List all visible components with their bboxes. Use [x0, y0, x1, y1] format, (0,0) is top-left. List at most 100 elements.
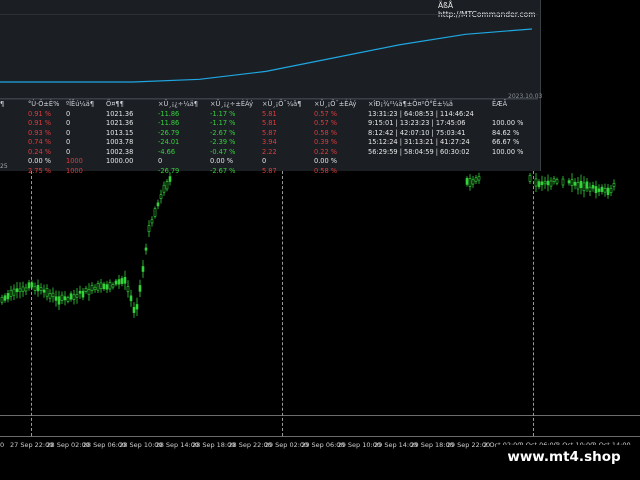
stats-cell — [0, 110, 28, 120]
candle-body — [33, 286, 37, 291]
stats-cell — [0, 167, 28, 177]
candle-body — [471, 179, 475, 185]
candle-body — [75, 294, 79, 298]
stats-cell: 0 — [66, 109, 71, 118]
candle-body — [159, 194, 163, 199]
candle-body — [474, 177, 478, 182]
stats-cell: 100.00 % — [492, 147, 524, 156]
candle-body — [162, 184, 166, 193]
candle-body — [72, 294, 76, 300]
stats-cell — [492, 110, 538, 120]
candle-body — [24, 287, 28, 292]
candle-body — [51, 292, 55, 298]
candle-body — [465, 178, 469, 185]
stats-cell: 0 — [66, 128, 71, 137]
stats-col-header: ºÏÊú¼ä¶ — [66, 100, 95, 108]
stats-cell — [106, 167, 158, 177]
stats-table: ¶ °Ù·Ö±È% ºÏÊú¼ä¶ Ö¤¶¶ ×Ü¸¡¿÷¼ä¶ ×Ü¸¡¿÷±ÈÀý ×Ü… — [0, 100, 538, 176]
period-separator — [533, 171, 534, 436]
stats-col-header: ÊÆÂ — [492, 100, 508, 108]
stats-cell: 0.00 % — [314, 157, 338, 165]
candle-body — [606, 187, 610, 196]
candle-body — [612, 183, 616, 187]
stats-cell: 8:12:42 | 42:07:10 | 75:03:41 — [368, 128, 466, 137]
stats-cell: 0 — [66, 147, 71, 156]
stats-cell — [0, 138, 28, 148]
panel-divider — [0, 98, 538, 99]
stats-row: 0.24 % 0 1002.38 -4.66 -0.47 % 2.22 0.22 % 56:2… — [0, 148, 538, 158]
candle-body — [39, 287, 43, 291]
candle-body — [141, 266, 145, 272]
stats-col-header: ×Ü¸¡Ö¯±ÈÀý — [314, 100, 357, 108]
stats-row: 0.93 % 0 1013.15 -26.79 -2.67 % 5.87 0.58 % 8:1… — [0, 129, 538, 139]
candle-body — [54, 296, 58, 301]
period-separator — [282, 171, 283, 436]
candle-body — [561, 178, 565, 186]
stats-cell — [0, 148, 28, 158]
stats-header-row: ¶ °Ù·Ö±È% ºÏÊú¼ä¶ Ö¤¶¶ ×Ü¸¡¿÷¼ä¶ ×Ü¸¡¿÷±ÈÀý ×Ü… — [0, 100, 538, 110]
candle-body — [585, 181, 589, 189]
candle-body — [138, 285, 142, 292]
stats-cell — [0, 119, 28, 129]
chart-divider — [0, 415, 640, 416]
stats-cell: -0.47 % — [210, 147, 236, 156]
candle-body — [150, 219, 154, 224]
stats-cell: 0.57 % — [314, 119, 338, 127]
stats-cell: 5.87 — [262, 166, 277, 175]
candle-body — [63, 296, 67, 301]
candle-body — [537, 181, 541, 188]
candle-body — [6, 293, 10, 300]
stats-cell: 66.67 % — [492, 138, 520, 146]
stats-cell: -26.79 — [158, 128, 180, 137]
candle-body — [90, 285, 94, 291]
candle-body — [144, 247, 148, 251]
stats-cell: -11.86 — [158, 119, 180, 127]
stats-cell: 0.22 % — [314, 147, 338, 156]
candle-body — [114, 280, 118, 285]
stats-cell: 0.91 % — [28, 119, 52, 127]
stats-cell: 0.58 % — [314, 166, 338, 175]
candle-body — [165, 181, 169, 190]
candle-body — [12, 288, 16, 296]
stats-cell: 0 — [66, 119, 71, 127]
candle-body — [69, 293, 73, 300]
candle-body — [84, 288, 88, 292]
candle-body — [45, 288, 49, 297]
stats-cell — [368, 167, 492, 177]
candle-body — [579, 180, 583, 188]
stats-cell: -24.01 — [158, 138, 180, 146]
stats-row: 2.75 % 1000 -26.79 -2.67 % 5.87 0.58 % — [0, 167, 538, 177]
stats-cell: 3.94 — [262, 138, 277, 146]
candle-body — [540, 181, 544, 186]
candle-body — [15, 288, 19, 293]
candle-body — [93, 286, 97, 290]
stats-col-header: ×Ü¸¡¿÷±ÈÀý — [210, 100, 253, 108]
stats-cell: 2.75 % — [28, 166, 52, 175]
stats-cell: 1003.78 — [106, 138, 134, 146]
stats-cell: 1000 — [66, 166, 83, 175]
stats-cell: -1.17 % — [210, 119, 236, 127]
stats-row: 0.74 % 0 1003.78 -24.01 -2.39 % 3.94 0.39 % 15:… — [0, 138, 538, 148]
candle-body — [108, 282, 112, 290]
candle-body — [567, 180, 571, 184]
stats-cell: 1000 — [66, 157, 83, 165]
candle-body — [111, 284, 115, 288]
stats-cell: 1021.36 — [106, 119, 134, 127]
candle-body — [81, 290, 85, 298]
stats-cell: 0.00 % — [28, 157, 52, 165]
stats-cell: 84.62 % — [492, 128, 520, 137]
stats-cell: 13:31:23 | 64:08:53 | 114:46:24 — [368, 109, 474, 118]
stats-col-header: ×Ü¸¡Ö¯¼ä¶ — [262, 100, 302, 108]
stats-cell: -2.39 % — [210, 138, 236, 146]
candle-body — [609, 187, 613, 194]
stats-cell: 0.39 % — [314, 138, 338, 146]
candle-body — [105, 284, 109, 290]
stats-cell — [492, 167, 538, 177]
stats-cell: 1013.15 — [106, 128, 134, 137]
stats-cell: 0 — [262, 157, 267, 165]
stats-col-header: ×îÐ¡¾²¼ä¶±Ö¤²Ö°Ê±¼ä — [368, 100, 453, 108]
candle-body — [477, 176, 481, 181]
stats-cell: 5.81 — [262, 119, 277, 127]
stats-cell: 1021.36 — [106, 109, 134, 118]
candle-body — [48, 293, 52, 299]
